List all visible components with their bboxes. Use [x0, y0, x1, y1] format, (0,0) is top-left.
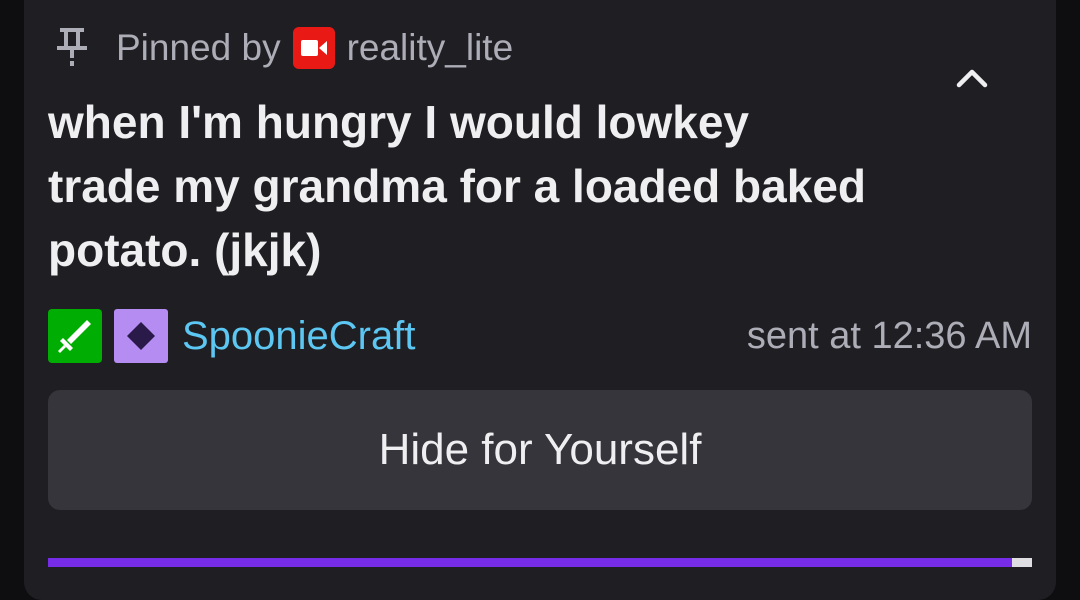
author-name[interactable]: SpoonieCraft [182, 314, 415, 359]
sword-badge-icon[interactable] [48, 309, 102, 363]
pinned-message-text: when I'm hungry I would lowkey trade my … [48, 96, 867, 276]
subscriber-badge-icon[interactable] [114, 309, 168, 363]
hide-for-yourself-button[interactable]: Hide for Yourself [48, 390, 1032, 510]
pin-timer-progress [48, 558, 1032, 567]
collapse-button[interactable] [948, 54, 996, 102]
pinned-header: Pinned by reality_lite [52, 20, 513, 76]
pin-icon [52, 23, 92, 73]
broadcaster-badge-icon [292, 27, 335, 69]
author-row: SpoonieCraft sent at 12:36 AM [48, 308, 1032, 364]
pinner-name[interactable]: reality_lite [347, 27, 514, 69]
pin-timer-progress-fill [48, 558, 1013, 567]
chevron-up-icon [956, 69, 988, 88]
pinned-message-card: Pinned by reality_lite when I'm hungry I… [24, 0, 1056, 600]
pinned-by-label: Pinned by [116, 27, 281, 68]
sent-timestamp: sent at 12:36 AM [746, 314, 1032, 357]
